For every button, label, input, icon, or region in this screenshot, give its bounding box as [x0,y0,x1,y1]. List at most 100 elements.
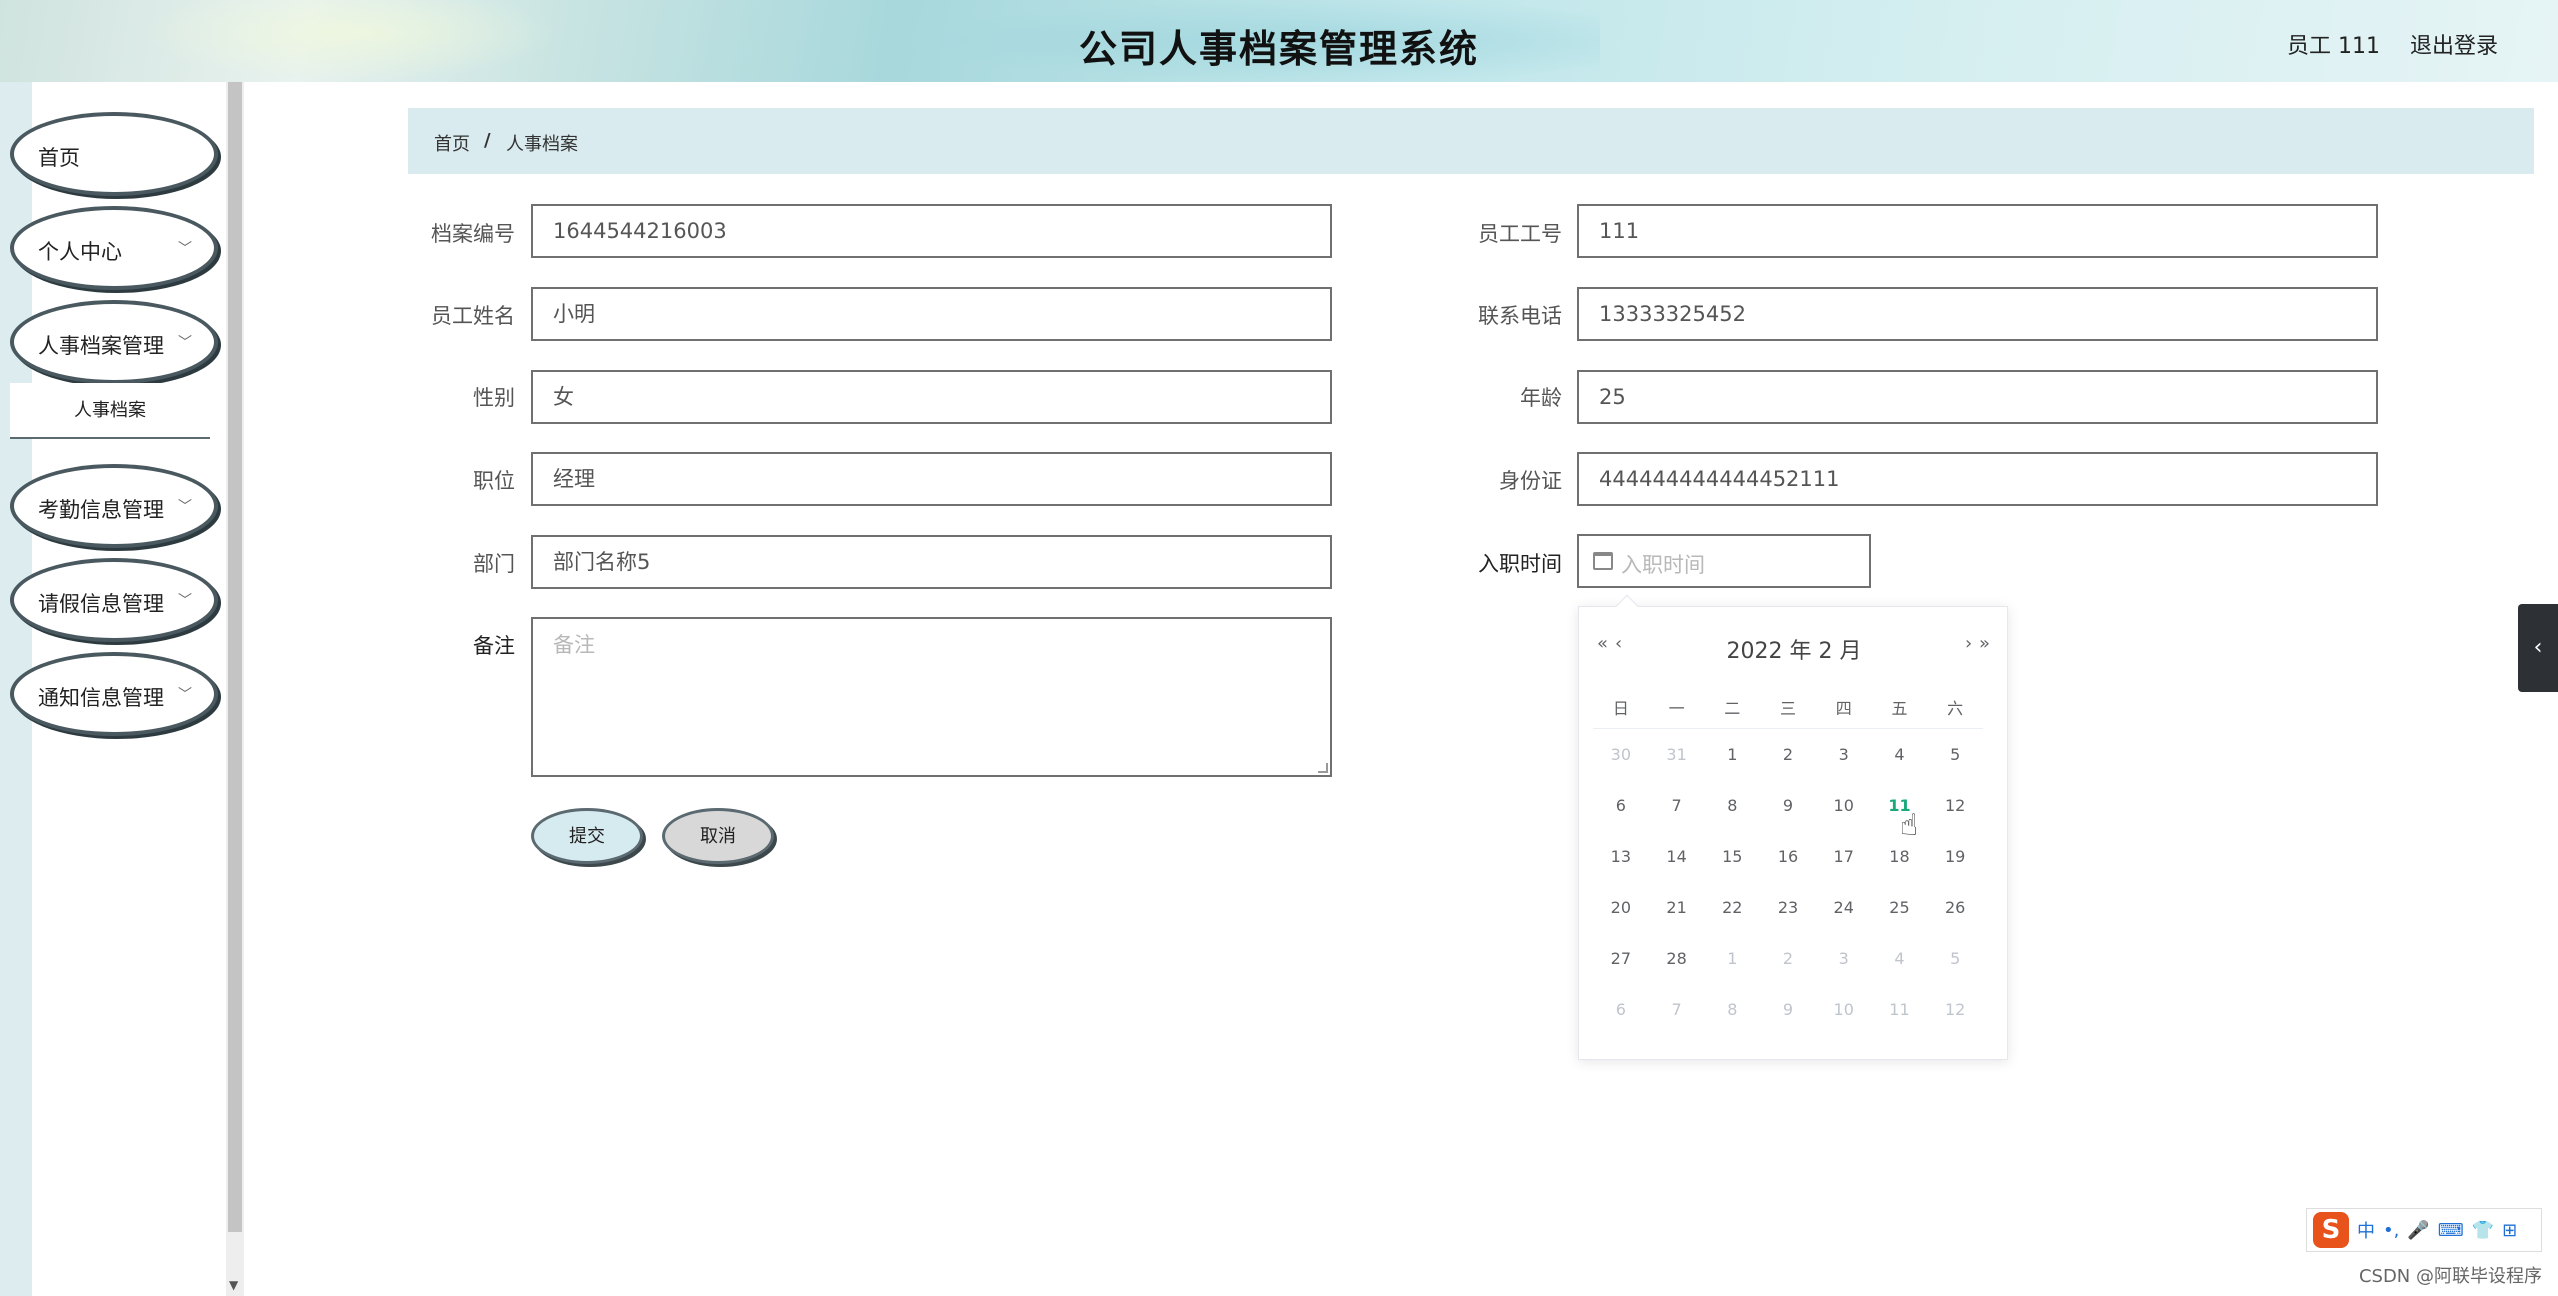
date-grid: 日一二三四五六 30 31 1 2 3 4 5 6 7 8 9 10 11 12 13 14 15 16 17 18 1… [1593,689,1983,1035]
date-cell[interactable]: 25 [1872,882,1928,933]
date-cell[interactable]: 7 [1649,780,1705,831]
sidebar-item-attendance-management[interactable]: 考勤信息管理 ﹀ [10,464,218,548]
scrollbar-thumb[interactable] [228,82,242,1232]
gender-field[interactable]: 女 [531,370,1332,424]
date-cell[interactable]: 22 [1704,882,1760,933]
sidebar-item-label: 通知信息管理 [38,686,164,710]
next-month-icon[interactable]: › [1965,633,1972,654]
sidebar-item-home[interactable]: 首页 [10,112,218,196]
date-cell[interactable]: 16 [1760,831,1816,882]
date-cell[interactable]: 26 [1927,882,1983,933]
date-cell[interactable]: 12 [1927,780,1983,831]
date-cell[interactable]: 9 [1760,780,1816,831]
sidebar-scrollbar[interactable]: ▼ [226,82,244,1296]
sidebar-item-notice-management[interactable]: 通知信息管理 ﹀ [10,652,218,736]
sidebar-item-archive-management[interactable]: 人事档案管理 ﹀ [10,300,218,384]
date-cell[interactable]: 31 [1649,729,1705,780]
remark-textarea[interactable]: 备注 [531,617,1332,777]
resize-handle-icon[interactable] [1318,763,1328,773]
remark-label: 备注 [473,634,515,658]
date-row: 6 7 8 9 10 11 12 [1593,780,1983,831]
date-cell[interactable]: 30 [1593,729,1649,780]
cancel-button[interactable]: 取消 [662,808,774,864]
hire-date-picker-input[interactable]: 入职时间 [1577,534,1871,588]
date-cell[interactable]: 1 [1704,933,1760,984]
department-label: 部门 [473,552,515,576]
popover-caret [1615,594,1639,618]
date-cell[interactable]: 6 [1593,780,1649,831]
date-cell[interactable]: 28 [1649,933,1705,984]
logout-link[interactable]: 退出登录 [2410,28,2498,60]
date-picker-panel: « ‹ 2022 年 2 月 › » 日一二三四五六 30 31 1 2 3 4 5 6 7 8 9… [1578,594,2009,1060]
sidebar-item-label: 个人中心 [38,240,122,264]
date-cell[interactable]: 6 [1593,984,1649,1035]
ime-toolbox-icon[interactable]: ⊞ [2502,1220,2517,1241]
employee-name-field[interactable]: 小明 [531,287,1332,341]
date-cell[interactable]: 4 [1872,933,1928,984]
gender-label: 性别 [473,386,515,410]
date-cell[interactable]: 19 [1927,831,1983,882]
date-cell[interactable]: 14 [1649,831,1705,882]
position-field[interactable]: 经理 [531,452,1332,506]
date-cell[interactable]: 10 [1816,984,1872,1035]
id-card-field[interactable]: 444444444444452111 [1577,452,2378,506]
archive-no-label: 档案编号 [431,222,515,246]
current-year-month[interactable]: 2022 年 2 月 [1579,633,2009,665]
ime-toolbar[interactable]: S 中 •, 🎤 ⌨ 👕 ⊞ [2306,1208,2542,1252]
date-cell[interactable]: 8 [1704,780,1760,831]
sidebar: 首页 个人中心 ﹀ 人事档案管理 ﹀ 人事档案 考勤信息管理 ﹀ 请假信息管理 … [0,82,244,1296]
scroll-down-arrow-icon[interactable]: ▼ [229,1278,238,1292]
chevron-down-icon: ﹀ [178,687,192,703]
date-cell[interactable]: 7 [1649,984,1705,1035]
phone-field[interactable]: 13333325452 [1577,287,2378,341]
date-cell[interactable]: 4 [1872,729,1928,780]
date-cell[interactable]: 21 [1649,882,1705,933]
date-cell[interactable]: 2 [1760,729,1816,780]
ime-keyboard-icon[interactable]: ⌨ [2438,1220,2464,1241]
date-cell[interactable]: 9 [1760,984,1816,1035]
date-cell[interactable]: 5 [1927,729,1983,780]
ime-skin-icon[interactable]: 👕 [2472,1220,2494,1241]
hire-date-placeholder: 入职时间 [1621,553,1705,577]
sidebar-subitem-archive[interactable]: 人事档案 [10,383,210,439]
sidebar-item-label: 考勤信息管理 [38,498,164,522]
department-field[interactable]: 部门名称5 [531,535,1332,589]
weekday-row: 日一二三四五六 [1593,689,1983,729]
date-cell[interactable]: 10 [1816,780,1872,831]
sidebar-item-leave-management[interactable]: 请假信息管理 ﹀ [10,558,218,642]
sogou-logo-icon[interactable]: S [2313,1212,2349,1248]
sidebar-item-label: 请假信息管理 [38,592,164,616]
age-field[interactable]: 25 [1577,370,2378,424]
sidebar-item-personal-center[interactable]: 个人中心 ﹀ [10,206,218,290]
chevron-down-icon: ﹀ [178,593,192,609]
date-cell[interactable]: 3 [1816,729,1872,780]
date-cell[interactable]: 11 [1872,984,1928,1035]
date-cell[interactable]: 13 [1593,831,1649,882]
breadcrumb-home[interactable]: 首页 [434,130,470,156]
date-cell[interactable]: 2 [1760,933,1816,984]
date-cell[interactable]: 23 [1760,882,1816,933]
side-panel-toggle[interactable]: ‹ [2518,604,2558,692]
date-cell[interactable]: 1 [1704,729,1760,780]
date-cell[interactable]: 15 [1704,831,1760,882]
employee-id-field[interactable]: 111 [1577,204,2378,258]
employee-name-label: 员工姓名 [431,304,515,328]
next-year-icon[interactable]: » [1979,633,1990,654]
ime-punctuation-icon[interactable]: •, [2383,1220,2399,1241]
date-cell[interactable]: 12 [1927,984,1983,1035]
date-cell[interactable]: 24 [1816,882,1872,933]
ime-microphone-icon[interactable]: 🎤 [2407,1220,2429,1241]
hand-cursor-icon: ☝ [1900,808,1919,843]
breadcrumb: 首页 / 人事档案 [408,108,2534,174]
archive-no-field[interactable]: 1644544216003 [531,204,1332,258]
date-cell[interactable]: 5 [1927,933,1983,984]
date-cell[interactable]: 3 [1816,933,1872,984]
age-label: 年龄 [1520,386,1562,410]
date-cell[interactable]: 20 [1593,882,1649,933]
submit-button[interactable]: 提交 [531,808,643,864]
date-cell[interactable]: 17 [1816,831,1872,882]
ime-chinese-mode[interactable]: 中 [2357,1217,2375,1243]
date-cell[interactable]: 27 [1593,933,1649,984]
weekday-header: 三 [1780,699,1797,718]
date-cell[interactable]: 8 [1704,984,1760,1035]
